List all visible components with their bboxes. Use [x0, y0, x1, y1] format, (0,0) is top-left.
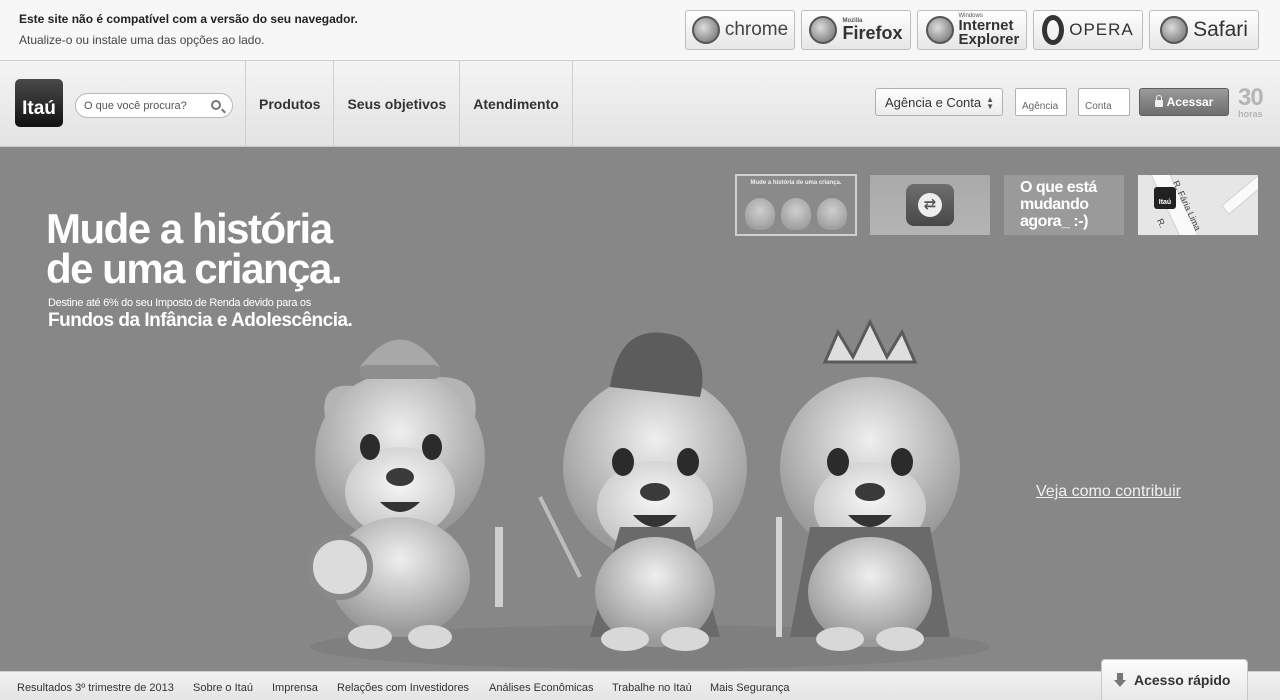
lock-icon: [1154, 95, 1163, 107]
browser-label: Firefox: [842, 23, 903, 43]
banner-headline-line-1: Mude a história: [46, 205, 333, 252]
agency-field[interactable]: [1015, 88, 1067, 116]
mascot-king: [776, 318, 960, 651]
search-box: [75, 93, 233, 118]
mascots-illustration: [307, 318, 990, 669]
site-header: Itaú Produtos Seus objetivos Atendimento…: [0, 61, 1280, 147]
hours-label: horas: [1238, 109, 1263, 119]
hero-banner: Mude a história de uma criança. Destine …: [0, 147, 1280, 671]
30-hours-badge: 30 horas: [1238, 84, 1264, 120]
thumb-text-line-1: O que está: [1020, 179, 1097, 196]
itau-logo[interactable]: Itaú: [15, 79, 63, 127]
footer-link-resultados[interactable]: Resultados 3º trimestre de 2013: [17, 682, 174, 694]
site-footer: Resultados 3º trimestre de 2013 Sobre o …: [0, 659, 1280, 700]
search-input[interactable]: [84, 98, 204, 113]
browser-warning-bar: Este site não é compatível com a versão …: [0, 0, 1280, 61]
warning-subtitle: Atualize-o ou instale uma das opções ao …: [19, 33, 265, 47]
banner-headline-line-2: de uma criança.: [46, 245, 342, 292]
thumb-text-line-2: mudando: [1020, 196, 1089, 213]
chrome-icon: [691, 16, 720, 44]
opera-icon: [1042, 15, 1065, 45]
contribute-link[interactable]: Veja como contribuir: [1036, 483, 1181, 501]
banner-thumb-2[interactable]: [870, 175, 990, 235]
browser-label: Internet Explorer: [958, 17, 1020, 48]
nav-item-seus-objetivos[interactable]: Seus objetivos: [334, 61, 461, 147]
chrome-download-button[interactable]: chrome: [685, 10, 795, 50]
safari-icon: [1160, 16, 1189, 44]
account-type-select[interactable]: Agência e Conta ▲ ▼: [875, 88, 1003, 116]
footer-link-investidores[interactable]: Relações com Investidores: [337, 682, 469, 694]
thumb-mascot: [817, 198, 847, 230]
thumb-mascot: [745, 198, 775, 230]
banner-headline: Mude a história de uma criança.: [46, 205, 342, 292]
warning-title: Este site não é compatível com a versão …: [19, 12, 358, 26]
select-arrows-icon: ▲ ▼: [986, 95, 994, 111]
thumb-caption: Mude a história de uma criança.: [750, 180, 842, 186]
itau-map-pin-icon: Itaú: [1154, 187, 1176, 209]
main-nav: Produtos Seus objetivos Atendimento: [245, 61, 573, 147]
transfer-icon: [906, 184, 954, 226]
footer-link-analises[interactable]: Análises Econômicas: [489, 682, 594, 694]
footer-link-sobre[interactable]: Sobre o Itaú: [193, 682, 253, 694]
ie-download-button[interactable]: Windows Internet Explorer: [917, 10, 1027, 50]
firefox-download-button[interactable]: Mozilla Firefox: [801, 10, 911, 50]
nav-item-produtos[interactable]: Produtos: [246, 61, 335, 147]
footer-link-trabalhe[interactable]: Trabalhe no Itaú: [612, 682, 692, 694]
hours-number: 30: [1238, 84, 1264, 111]
browser-label: Safari: [1193, 18, 1248, 41]
search-icon[interactable]: [211, 100, 221, 110]
banner-thumb-4-map[interactable]: Itaú R. Fária Lima R.: [1138, 175, 1258, 235]
quick-access-label: Acesso rápido: [1134, 672, 1231, 688]
thumb-text-line-3: agora_ :-): [1020, 213, 1088, 230]
access-button[interactable]: Acessar: [1139, 88, 1229, 116]
map-street-label: R.: [1154, 217, 1168, 230]
ie-icon: [925, 16, 954, 44]
footer-link-imprensa[interactable]: Imprensa: [272, 682, 318, 694]
browser-label: OPERA: [1069, 20, 1134, 39]
browser-label: chrome: [724, 19, 789, 40]
quick-access-button[interactable]: Acesso rápido: [1101, 659, 1248, 700]
access-button-label: Acessar: [1166, 95, 1214, 109]
map-road: [1221, 175, 1258, 215]
footer-link-seguranca[interactable]: Mais Segurança: [710, 682, 790, 694]
safari-download-button[interactable]: Safari: [1149, 10, 1259, 50]
firefox-icon: [809, 16, 838, 44]
thumb-mascot: [781, 198, 811, 230]
banner-thumb-3[interactable]: O que está mudando agora_ :-): [1004, 175, 1124, 235]
account-type-value: Agência e Conta: [885, 95, 982, 110]
banner-subline: Destine até 6% do seu Imposto de Renda d…: [48, 297, 311, 309]
banner-thumb-1[interactable]: Mude a história de uma criança.: [735, 174, 857, 236]
nav-item-atendimento[interactable]: Atendimento: [460, 61, 573, 147]
mascot-viking: [307, 339, 503, 649]
account-field[interactable]: [1078, 88, 1130, 116]
mascot-wizard: [538, 332, 747, 651]
arrow-down-icon: [1114, 673, 1126, 687]
opera-download-button[interactable]: OPERA: [1033, 10, 1143, 50]
